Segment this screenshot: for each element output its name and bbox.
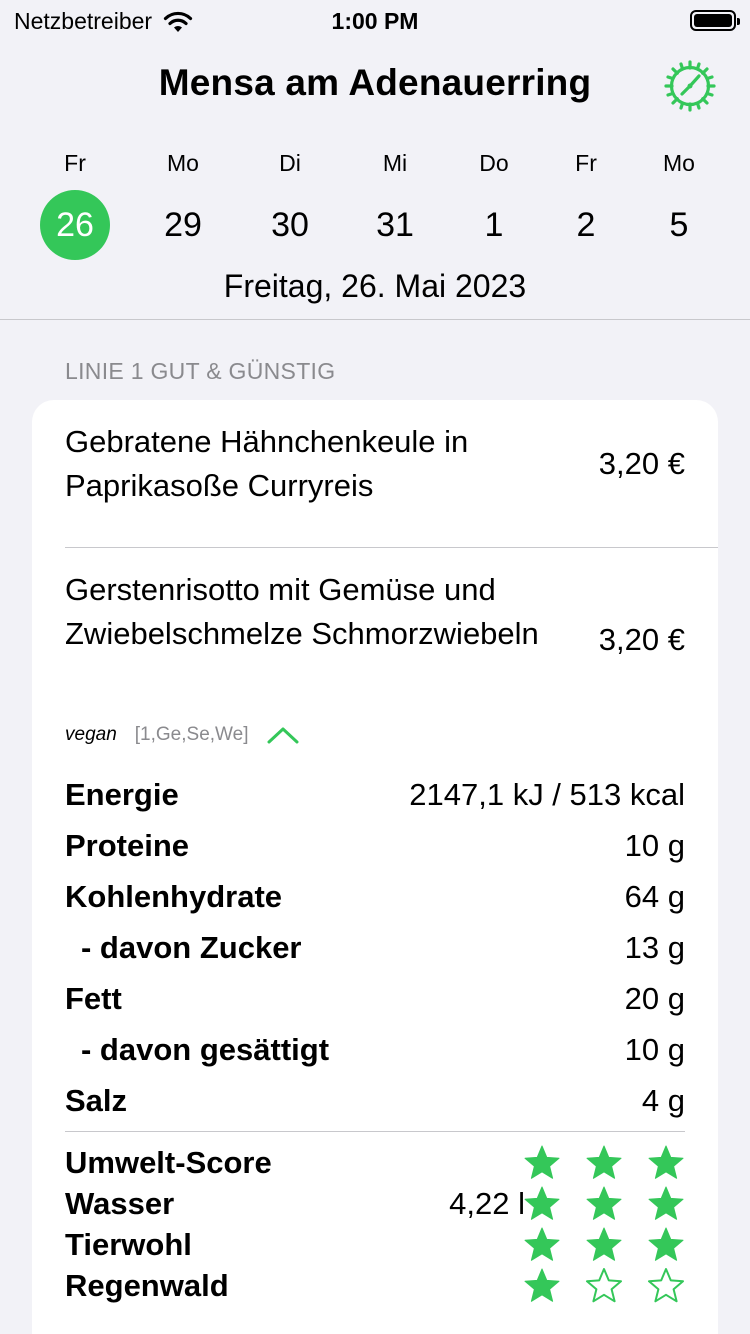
day-number: 5 [669,206,689,244]
star-outline-icon [586,1268,622,1303]
day-weekday: Di [279,150,301,176]
nutrition-table: Energie 2147,1 kJ / 513 kcal Proteine 10… [65,769,685,1126]
day-item-2[interactable]: Di 30 [250,148,330,260]
nutrition-label: Fett [65,981,122,1016]
star-filled-icon [586,1227,622,1261]
nutrition-row: Kohlenhydrate 64 g [65,871,685,922]
nutrition-value: 64 g [624,879,685,914]
day-number: 2 [576,206,596,244]
status-bar: Netzbetreiber 1:00 PM [0,0,750,40]
day-item-1[interactable]: Mo 29 [143,148,223,260]
meal-tags: vegan [1,Ge,Se,We] [65,720,300,750]
meal-price: 3,20 € [598,446,685,481]
star-rating [523,1185,685,1223]
star-filled-icon [586,1186,622,1220]
day-selector: Fr 26 Mo 29 Di 30 Mi 31 Do 1 Fr 2 Mo 5 [0,148,750,268]
day-weekday: Do [479,150,509,176]
score-row: Tierwohl [65,1224,685,1265]
star-outline-icon [648,1268,684,1303]
day-weekday: Mo [167,150,199,176]
meal-name: Gerstenrisotto mit Gemüse und Zwiebelsch… [65,572,539,651]
battery-icon [690,10,740,31]
gear-clock-icon[interactable] [662,58,718,114]
score-label: Umwelt-Score [65,1145,272,1180]
nutrition-row: Fett 20 g [65,973,685,1024]
nutrition-label: Energie [65,777,179,812]
score-row: Wasser 4,22 l [65,1183,685,1224]
meal-row-2[interactable]: Gerstenrisotto mit Gemüse und Zwiebelsch… [65,568,685,657]
score-label: Tierwohl [65,1227,192,1262]
day-weekday: Fr [575,150,597,176]
nutrition-row: Energie 2147,1 kJ / 513 kcal [65,769,685,820]
nutrition-label: - davon Zucker [81,930,302,965]
nutrition-value: 13 g [624,930,685,965]
meal-card: Gebratene Hähnchenkeule in Paprikasoße C… [32,400,718,1334]
nutrition-value: 4 g [641,1083,685,1118]
score-label: Regenwald [65,1268,229,1303]
nutrition-value: 10 g [624,1032,685,1067]
day-number: 29 [164,206,202,244]
section-title: LINIE 1 GUT & GÜNSTIG [65,358,336,384]
star-rating [523,1226,685,1264]
nutrition-value: 10 g [624,828,685,863]
nutrition-value: 2147,1 kJ / 513 kcal [409,777,685,812]
star-rating [523,1144,685,1182]
star-filled-icon [648,1186,684,1220]
day-item-6[interactable]: Mo 5 [639,148,719,260]
score-row: Umwelt-Score [65,1142,685,1183]
meal-row-1[interactable]: Gebratene Hähnchenkeule in Paprikasoße C… [65,420,685,508]
chevron-up-icon[interactable] [266,725,300,745]
meal-name: Gebratene Hähnchenkeule in Paprikasoße C… [65,424,469,503]
divider [65,547,718,548]
selected-date: Freitag, 26. Mai 2023 [223,268,527,304]
star-filled-icon [648,1227,684,1261]
day-weekday: Mi [382,150,408,176]
day-number: 1 [484,206,504,244]
clock: 1:00 PM [331,8,419,34]
nutrition-row: - davon gesättigt 10 g [65,1024,685,1075]
day-weekday: Mo [663,150,695,176]
nutrition-row: Proteine 10 g [65,820,685,871]
day-weekday: Fr [64,150,86,176]
nutrition-label: Proteine [65,828,190,863]
nutrition-row: Salz 4 g [65,1075,685,1126]
allergens: [1,Ge,Se,We] [134,724,249,745]
star-filled-icon [524,1186,560,1220]
star-filled-icon [524,1145,560,1179]
day-number: 31 [376,206,414,244]
nutrition-label: Kohlenhydrate [65,879,283,914]
star-filled-icon [524,1268,560,1302]
day-item-5[interactable]: Fr 2 [546,148,626,260]
star-filled-icon [648,1145,684,1179]
nutrition-value: 20 g [624,981,685,1016]
nutrition-label: - davon gesättigt [81,1032,330,1067]
divider [65,1131,685,1132]
day-number: 26 [40,190,110,260]
score-row: Regenwald [65,1265,685,1306]
day-number: 30 [271,206,309,244]
nutrition-label: Salz [65,1083,128,1118]
score-table: Umwelt-Score Wasser 4,22 l Tierwohl Rege… [65,1142,685,1306]
meal-price: 3,20 € [598,622,685,657]
day-item-3[interactable]: Mi 31 [355,148,435,260]
star-rating [523,1267,685,1305]
day-item-4[interactable]: Do 1 [454,148,534,260]
star-filled-icon [586,1145,622,1179]
day-item-0[interactable]: Fr 26 [35,148,115,260]
header: Mensa am Adenauerring Fr 26 Mo 29 Di 30 … [0,40,750,320]
nutrition-row: - davon Zucker 13 g [65,922,685,973]
vegan-tag: vegan [65,724,117,745]
page-title: Mensa am Adenauerring [158,62,592,103]
star-filled-icon [524,1227,560,1261]
score-label: Wasser [65,1186,175,1221]
score-value: 4,22 l [449,1186,525,1221]
